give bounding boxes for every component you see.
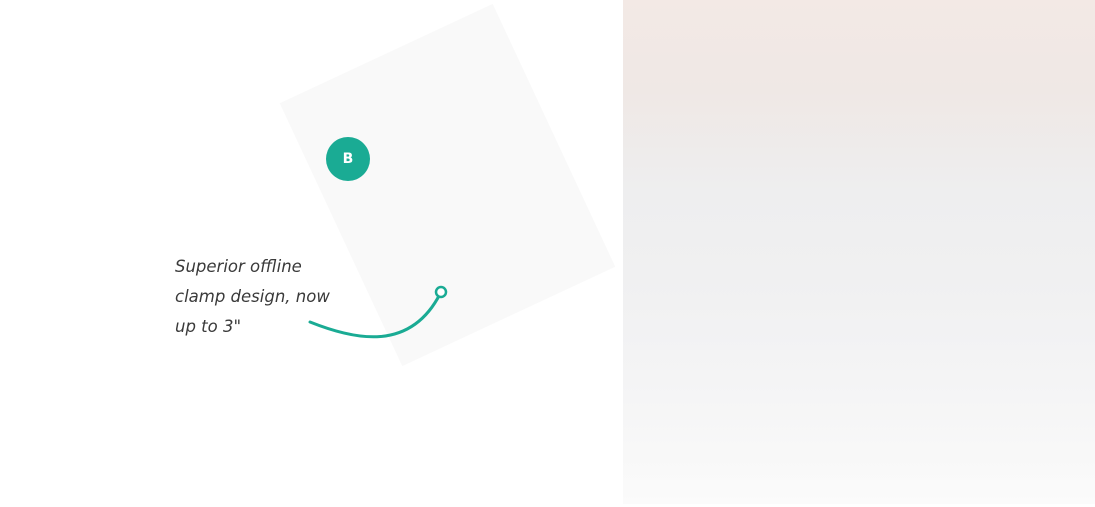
caption-line-2: clamp design, now: [175, 287, 330, 306]
callout-badge: B: [326, 137, 370, 181]
callout-caption: Superior offline clamp design, now up to…: [175, 252, 365, 342]
product-photo: [623, 0, 1095, 504]
caption-line-3: up to 3": [175, 317, 242, 336]
feature-section: B Superior offline clamp design, now up …: [0, 0, 1095, 507]
caption-line-1: Superior offline: [175, 257, 302, 276]
